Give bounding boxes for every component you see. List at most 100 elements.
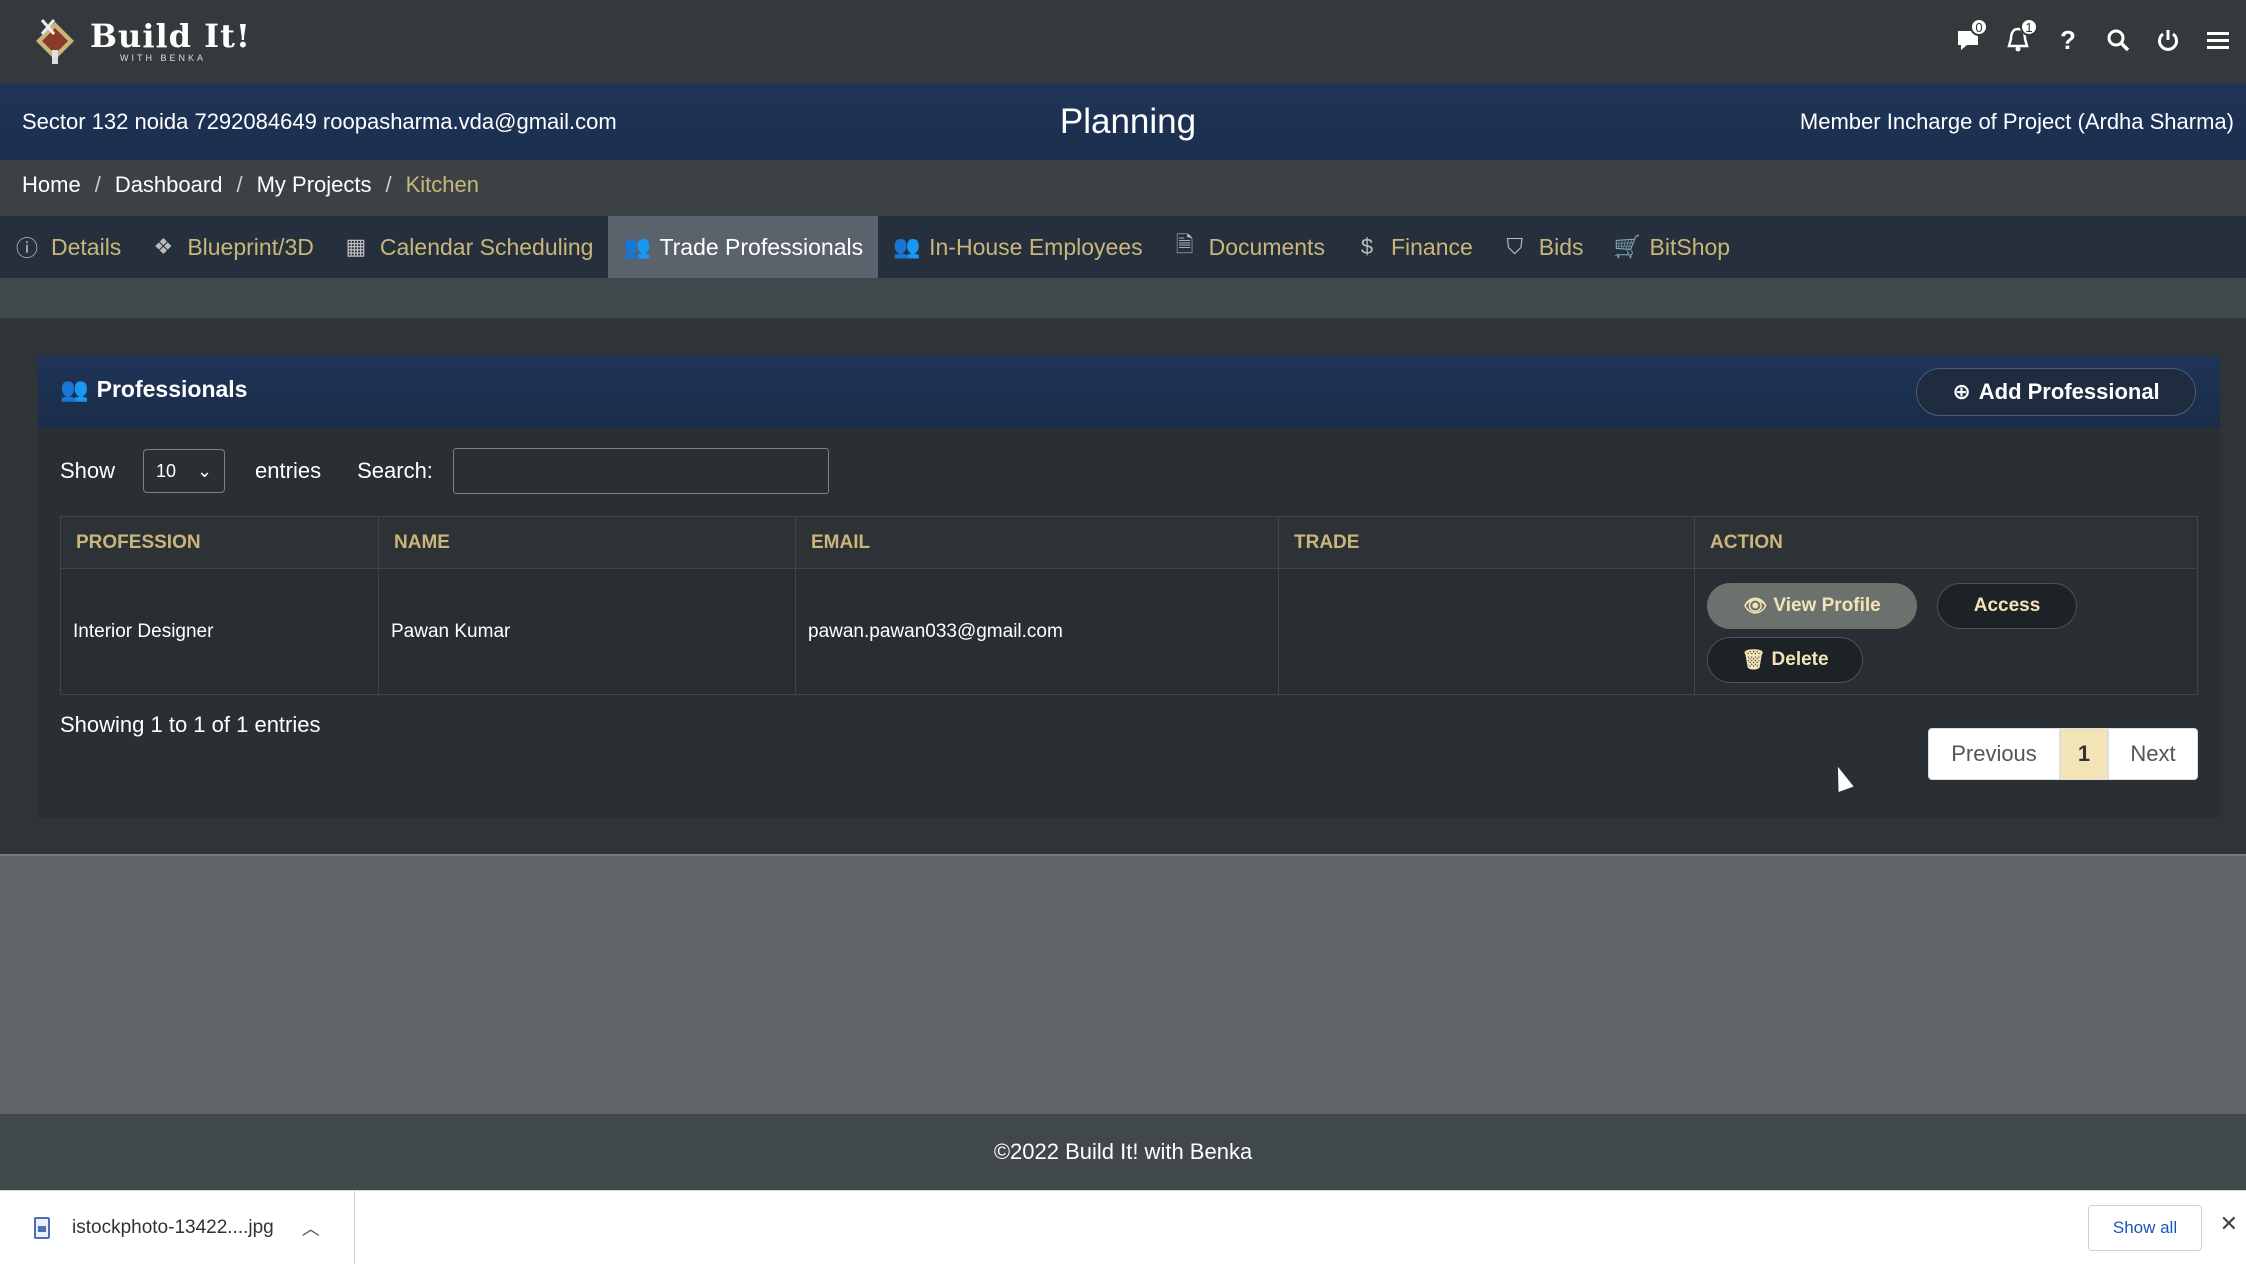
breadcrumb-separator: / [385, 172, 392, 197]
cart-icon: 🛒 [1613, 234, 1641, 259]
column-header-email[interactable]: EMAIL [795, 516, 1279, 569]
document-icon: 🗎 [1175, 232, 1194, 257]
add-professional-button[interactable]: ⊕ Add Professional [1916, 368, 2196, 416]
footer: ©2022 Build It! with Benka [0, 1114, 2246, 1190]
cell-name: Pawan Kumar [378, 568, 796, 695]
tab-documents[interactable]: 🗎 Documents [1158, 216, 1340, 278]
delete-label: Delete [1771, 649, 1829, 670]
info-icon: ⓘ [15, 236, 38, 261]
tab-calendar-scheduling[interactable]: ▦ Calendar Scheduling [329, 216, 609, 278]
table-row: Interior Designer Pawan Kumar pawan.pawa… [60, 568, 2198, 695]
project-tabs: ⓘ Details ❖ Blueprint/3D ▦ Calendar Sche… [0, 216, 2246, 278]
tab-label: Finance [1390, 233, 1473, 260]
tab-label: Blueprint/3D [187, 233, 314, 260]
cell-actions: 👁 View Profile Access 🗑 Delete [1694, 568, 2198, 695]
plus-circle-icon: ⊕ [1952, 379, 1971, 404]
hamburger-icon [2207, 32, 2229, 49]
shield-icon: ⛉ [1506, 234, 1524, 259]
logo-subtitle: WITH BENKA [120, 52, 207, 63]
calendar-icon: ▦ [345, 234, 367, 259]
tab-bitshop[interactable]: 🛒 BitShop [1599, 216, 1746, 278]
eye-icon: 👁 [1743, 596, 1768, 617]
users-icon: 👥 [60, 376, 89, 402]
panel-title: 👥 Professionals [60, 376, 247, 403]
add-professional-label: Add Professional [1978, 379, 2160, 404]
notifications-badge: 1 [2020, 18, 2038, 36]
tab-trade-professionals[interactable]: 👥 Trade Professionals [608, 216, 879, 278]
download-item[interactable]: istockphoto-13422....jpg ︿ [0, 1191, 355, 1264]
users-icon: 👥 [893, 234, 921, 259]
breadcrumb: Home / Dashboard / My Projects / Kitchen [22, 172, 479, 198]
search-label: Search: [357, 458, 433, 483]
pagination: Previous 1 Next [1928, 728, 2198, 780]
breadcrumb-kitchen: Kitchen [405, 172, 480, 197]
view-profile-label: View Profile [1773, 595, 1881, 616]
tab-details[interactable]: ⓘ Details [0, 216, 136, 278]
tab-label: Trade Professionals [659, 233, 864, 260]
content-area: 👥 Professionals ⊕ Add Professional Show … [0, 318, 2246, 856]
dollar-icon: $ [1360, 234, 1374, 259]
notifications-button[interactable]: 1 [2004, 18, 2038, 60]
breadcrumb-home[interactable]: Home [22, 172, 81, 198]
logo-mark-icon [28, 14, 82, 68]
show-all-downloads-button[interactable]: Show all [2088, 1205, 2202, 1251]
tab-finance[interactable]: $ Finance [1340, 216, 1488, 278]
column-header-action: ACTION [1694, 516, 2198, 569]
project-address-info: Sector 132 noida 7292084649 roopasharma.… [22, 109, 617, 134]
app-logo[interactable]: Build It! WITH BENKA [28, 14, 251, 68]
access-button[interactable]: Access [1937, 583, 2077, 629]
project-info-bar: Planning Sector 132 noida 7292084649 roo… [0, 84, 2246, 160]
empty-area [0, 856, 2246, 1114]
power-icon [2158, 30, 2178, 51]
breadcrumb-my-projects[interactable]: My Projects [257, 172, 372, 198]
tab-label: Documents [1208, 233, 1325, 260]
messages-button[interactable]: 0 [1954, 18, 1988, 60]
tab-label: Bids [1538, 233, 1584, 260]
close-icon[interactable]: ✕ [2220, 1211, 2238, 1237]
previous-page-button[interactable]: Previous [1928, 728, 2060, 780]
column-header-name[interactable]: NAME [378, 516, 796, 569]
show-label: Show [60, 458, 116, 483]
search-icon [2107, 29, 2130, 52]
image-file-icon [34, 1217, 50, 1239]
delete-button[interactable]: 🗑 Delete [1707, 637, 1863, 683]
table-controls: Show 10 ⌄ entries Search: [60, 448, 829, 494]
menu-button[interactable] [2204, 20, 2232, 60]
breadcrumb-dashboard[interactable]: Dashboard [115, 172, 223, 198]
next-page-button[interactable]: Next [2108, 728, 2198, 780]
column-header-profession[interactable]: PROFESSION [60, 516, 379, 569]
cell-email: pawan.pawan033@gmail.com [795, 568, 1279, 695]
tab-label: In-House Employees [929, 233, 1143, 260]
spacer-band [0, 278, 2246, 318]
project-member-incharge: Member Incharge of Project (Ardha Sharma… [1799, 109, 2234, 134]
tab-label: Details [51, 233, 122, 260]
tab-in-house-employees[interactable]: 👥 In-House Employees [878, 216, 1158, 278]
search-button[interactable] [2104, 20, 2132, 60]
breadcrumb-separator: / [236, 172, 243, 197]
column-header-trade[interactable]: TRADE [1278, 516, 1695, 569]
users-icon: 👥 [623, 234, 651, 259]
top-navbar: Build It! WITH BENKA 0 1 ? [0, 0, 2246, 84]
cubes-icon: ❖ [153, 234, 174, 259]
search-input[interactable] [452, 448, 829, 494]
cell-trade [1278, 568, 1695, 695]
logo-title: Build It! [90, 16, 251, 55]
messages-badge: 0 [1970, 18, 1988, 36]
professionals-panel: 👥 Professionals ⊕ Add Professional Show … [38, 356, 2220, 818]
download-bar: istockphoto-13422....jpg ︿ Show all ✕ [0, 1190, 2246, 1264]
panel-title-text: Professionals [96, 376, 248, 402]
page-1-button[interactable]: 1 [2060, 728, 2108, 780]
trash-icon: 🗑 [1741, 650, 1766, 671]
entries-label: entries [255, 458, 322, 483]
view-profile-button[interactable]: 👁 View Profile [1707, 583, 1917, 629]
tab-bids[interactable]: ⛉ Bids [1488, 216, 1599, 278]
entries-select[interactable]: 10 ⌄ [143, 449, 226, 493]
chevron-up-icon[interactable]: ︿ [302, 1215, 320, 1241]
tab-blueprint-3d[interactable]: ❖ Blueprint/3D [136, 216, 329, 278]
tab-label: BitShop [1649, 233, 1731, 260]
logout-button[interactable] [2154, 20, 2182, 60]
entries-summary: Showing 1 to 1 of 1 entries [60, 712, 321, 737]
download-file-name: istockphoto-13422....jpg [72, 1217, 274, 1238]
help-button[interactable]: ? [2054, 20, 2082, 60]
cell-profession: Interior Designer [60, 568, 379, 695]
